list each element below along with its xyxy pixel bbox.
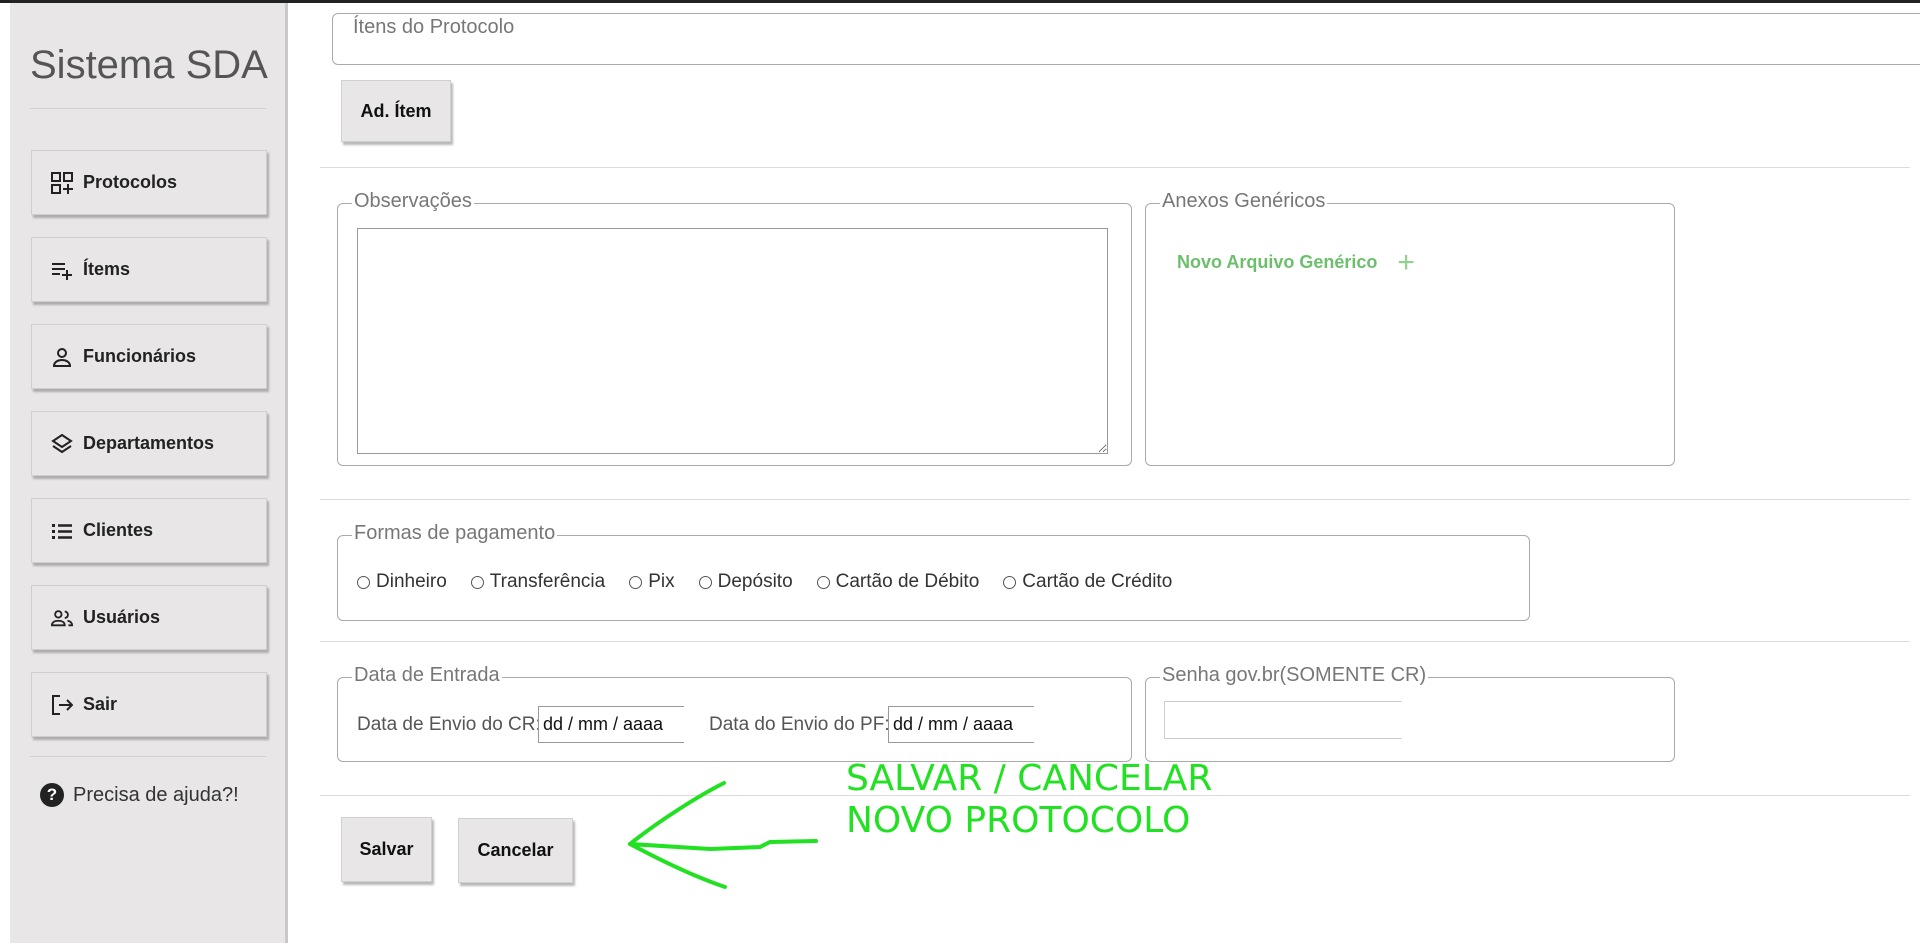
payment-options: Dinheiro Transferência Pix Depósito Cart… <box>357 571 1196 593</box>
window-top-border <box>0 0 1920 3</box>
sidebar-item-label: Clientes <box>83 520 154 540</box>
sidebar-item-funcionarios[interactable]: Funcionários <box>31 324 267 389</box>
govbr-legend: Senha gov.br(SOMENTE CR) <box>1160 664 1429 687</box>
cancel-button[interactable]: Cancelar <box>458 818 573 883</box>
entry-date-legend: Data de Entrada <box>352 664 502 687</box>
payment-option-label: Transferência <box>489 571 606 592</box>
sidebar-item-clientes[interactable]: Clientes <box>31 498 267 563</box>
payment-option-pix[interactable]: Pix <box>629 571 675 593</box>
items-fieldset: Ítens do Protocolo <box>332 13 1920 65</box>
layers-icon <box>51 433 73 455</box>
add-item-button[interactable]: Ad. Ítem <box>341 80 451 142</box>
payment-option-cartao-debito[interactable]: Cartão de Débito <box>816 571 980 593</box>
cr-date-label: Data de Envio do CR: <box>357 714 541 735</box>
section-divider <box>320 167 1910 168</box>
question-icon: ? <box>40 783 64 807</box>
observations-legend: Observações <box>352 190 474 213</box>
annotation-arrow <box>628 781 818 889</box>
radio-button[interactable] <box>357 575 370 589</box>
cr-date-input[interactable]: dd / mm / aaaa <box>538 706 684 743</box>
section-divider <box>320 499 1910 500</box>
payment-legend: Formas de pagamento <box>352 522 558 545</box>
payment-option-cartao-credito[interactable]: Cartão de Crédito <box>1003 571 1172 593</box>
radio-button[interactable] <box>470 575 484 589</box>
help-label: Precisa de ajuda?! <box>73 783 239 806</box>
people-icon <box>51 607 73 629</box>
playlist-add-icon <box>51 259 73 281</box>
observations-textarea[interactable] <box>357 228 1108 454</box>
app-title: Sistema SDA <box>30 43 268 87</box>
sidebar: Sistema SDA Protocolos Ítems Funcionário… <box>10 3 288 943</box>
list-icon <box>51 520 73 542</box>
sidebar-divider <box>30 108 266 109</box>
radio-button[interactable] <box>698 575 712 589</box>
sidebar-divider <box>30 756 266 757</box>
person-icon <box>51 346 73 368</box>
payment-option-label: Depósito <box>717 571 793 592</box>
new-generic-file-button[interactable]: Novo Arquivo Genérico + <box>1177 245 1415 279</box>
govbr-password-input[interactable] <box>1164 701 1402 739</box>
radio-button[interactable] <box>816 575 830 589</box>
help-link[interactable]: ? Precisa de ajuda?! <box>40 783 239 807</box>
sidebar-item-departamentos[interactable]: Departamentos <box>31 411 267 476</box>
payment-option-label: Pix <box>648 571 675 592</box>
payment-option-dinheiro[interactable]: Dinheiro <box>357 571 447 593</box>
payment-option-transferencia[interactable]: Transferência <box>470 571 606 593</box>
sidebar-item-label: Protocolos <box>83 172 178 192</box>
sidebar-item-label: Ítems <box>83 259 131 279</box>
sidebar-item-label: Usuários <box>83 607 161 627</box>
annotation-text: SALVAR / CANCELAR NOVO PROTOCOLO <box>846 758 1212 842</box>
items-legend: Ítens do Protocolo <box>351 16 517 39</box>
pf-date-input[interactable]: dd / mm / aaaa <box>888 706 1034 743</box>
payment-option-label: Cartão de Débito <box>835 571 980 592</box>
sidebar-item-items[interactable]: Ítems <box>31 237 267 302</box>
new-generic-file-label: Novo Arquivo Genérico <box>1177 252 1378 272</box>
logout-icon <box>51 694 73 716</box>
sidebar-item-usuarios[interactable]: Usuários <box>31 585 267 650</box>
radio-button[interactable] <box>1003 575 1017 589</box>
pf-date-label: Data do Envio do PF: <box>709 714 890 735</box>
payment-option-deposito[interactable]: Depósito <box>698 571 793 593</box>
attachments-legend: Anexos Genéricos <box>1160 190 1328 213</box>
sidebar-item-label: Funcionários <box>83 346 197 366</box>
sidebar-item-protocolos[interactable]: Protocolos <box>31 150 267 215</box>
save-button[interactable]: Salvar <box>341 817 432 882</box>
sidebar-item-label: Departamentos <box>83 433 215 453</box>
payment-option-label: Cartão de Crédito <box>1022 571 1173 592</box>
annotation-line-2: NOVO PROTOCOLO <box>846 800 1191 841</box>
sidebar-item-sair[interactable]: Sair <box>31 672 267 737</box>
grid-add-icon <box>51 171 73 194</box>
plus-icon: + <box>1397 245 1415 279</box>
annotation-line-1: SALVAR / CANCELAR <box>846 758 1213 799</box>
section-divider <box>320 641 1910 642</box>
radio-button[interactable] <box>629 575 643 589</box>
attachments-fieldset: Anexos Genéricos <box>1145 190 1675 466</box>
sidebar-item-label: Sair <box>83 694 118 714</box>
payment-option-label: Dinheiro <box>376 571 447 592</box>
